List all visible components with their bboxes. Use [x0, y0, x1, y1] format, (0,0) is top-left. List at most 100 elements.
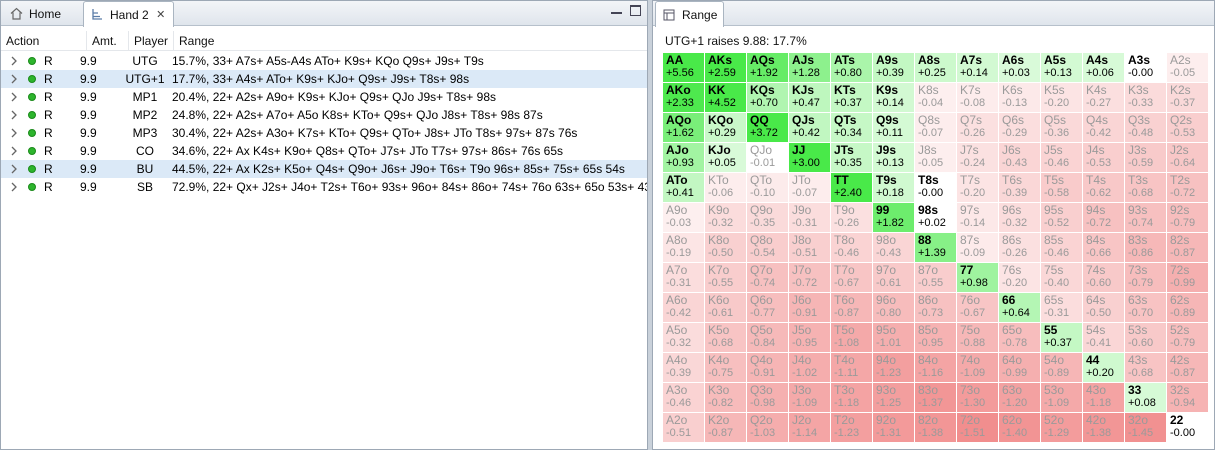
header-range[interactable]: Range: [174, 31, 647, 51]
range-cell[interactable]: A7s +0.14: [957, 53, 999, 83]
range-cell[interactable]: A5o -0.32: [663, 323, 705, 353]
range-cell[interactable]: 82s -0.87: [1167, 233, 1209, 263]
range-cell[interactable]: 93o -1.25: [873, 383, 915, 413]
range-cell[interactable]: 32o -1.45: [1125, 413, 1167, 443]
range-cell[interactable]: J4s -0.53: [1083, 143, 1125, 173]
range-cell[interactable]: Q4s -0.42: [1083, 113, 1125, 143]
range-cell[interactable]: K2s -0.37: [1167, 83, 1209, 113]
range-cell[interactable]: K8s -0.04: [915, 83, 957, 113]
range-cell[interactable]: K5s -0.20: [1041, 83, 1083, 113]
range-cell[interactable]: K7s -0.08: [957, 83, 999, 113]
range-cell[interactable]: Q2o -1.03: [747, 413, 789, 443]
range-cell[interactable]: 95s -0.52: [1041, 203, 1083, 233]
range-cell[interactable]: 98s +0.02: [915, 203, 957, 233]
range-cell[interactable]: TT +2.40: [831, 173, 873, 203]
range-cell[interactable]: 75s -0.40: [1041, 263, 1083, 293]
range-cell[interactable]: 74s -0.60: [1083, 263, 1125, 293]
range-cell[interactable]: Q6s -0.29: [999, 113, 1041, 143]
range-cell[interactable]: 54o -0.89: [1041, 353, 1083, 383]
range-cell[interactable]: 92s -0.79: [1167, 203, 1209, 233]
range-cell[interactable]: Q9s +0.11: [873, 113, 915, 143]
range-cell[interactable]: KTo -0.06: [705, 173, 747, 203]
range-cell[interactable]: 76o -0.67: [957, 293, 999, 323]
range-cell[interactable]: 84o -1.16: [915, 353, 957, 383]
range-cell[interactable]: 65s -0.31: [1041, 293, 1083, 323]
range-cell[interactable]: 75o -0.88: [957, 323, 999, 353]
range-cell[interactable]: A2s -0.05: [1167, 53, 1209, 83]
range-cell[interactable]: J9o -0.31: [789, 203, 831, 233]
table-row[interactable]: R 9.9 CO 34.6%, 22+ Ax K4s+ K9o+ Q8s+ QTo+ …: [1, 142, 647, 160]
header-action[interactable]: Action: [1, 30, 87, 51]
table-row[interactable]: R 9.9 MP3 30.4%, 22+ A2s+ A3o+ K7s+ KTo+ Q9…: [1, 124, 647, 142]
range-cell[interactable]: A9s +0.39: [873, 53, 915, 83]
range-cell[interactable]: A7o -0.31: [663, 263, 705, 293]
range-cell[interactable]: Q8o -0.54: [747, 233, 789, 263]
tab-hand[interactable]: Hand 2 ✕: [83, 1, 174, 27]
range-cell[interactable]: KQo +0.29: [705, 113, 747, 143]
range-cell[interactable]: J3o -1.09: [789, 383, 831, 413]
range-cell[interactable]: A6s +0.03: [999, 53, 1041, 83]
range-cell[interactable]: 33 +0.08: [1125, 383, 1167, 413]
range-cell[interactable]: T6o -0.87: [831, 293, 873, 323]
range-cell[interactable]: Q9o -0.35: [747, 203, 789, 233]
chevron-right-icon[interactable]: [10, 74, 22, 84]
range-cell[interactable]: 84s -0.66: [1083, 233, 1125, 263]
chevron-right-icon[interactable]: [10, 110, 22, 120]
range-cell[interactable]: ATo +0.41: [663, 173, 705, 203]
range-cell[interactable]: 42s -0.87: [1167, 353, 1209, 383]
range-cell[interactable]: J5o -0.95: [789, 323, 831, 353]
range-cell[interactable]: J9s +0.13: [873, 143, 915, 173]
range-cell[interactable]: 54s -0.41: [1083, 323, 1125, 353]
range-cell[interactable]: 94o -1.23: [873, 353, 915, 383]
range-cell[interactable]: QTo -0.10: [747, 173, 789, 203]
range-cell[interactable]: 64o -0.99: [999, 353, 1041, 383]
range-cell[interactable]: ATs +0.80: [831, 53, 873, 83]
chevron-right-icon[interactable]: [10, 146, 22, 156]
range-cell[interactable]: KJs +0.47: [789, 83, 831, 113]
range-cell[interactable]: Q3s -0.48: [1125, 113, 1167, 143]
range-cell[interactable]: 43s -0.68: [1125, 353, 1167, 383]
range-cell[interactable]: 55 +0.37: [1041, 323, 1083, 353]
table-row[interactable]: R 9.9 MP2 24.8%, 22+ A2s+ A7o+ A5o K8s+ KTo…: [1, 106, 647, 124]
range-cell[interactable]: 42o -1.38: [1083, 413, 1125, 443]
range-cell[interactable]: 95o -1.01: [873, 323, 915, 353]
tab-home[interactable]: Home: [3, 1, 67, 26]
range-cell[interactable]: J7o -0.72: [789, 263, 831, 293]
range-cell[interactable]: 76s -0.20: [999, 263, 1041, 293]
range-cell[interactable]: Q3o -0.98: [747, 383, 789, 413]
close-tab-icon[interactable]: ✕: [155, 8, 167, 21]
range-cell[interactable]: 62o -1.40: [999, 413, 1041, 443]
range-cell[interactable]: K3s -0.33: [1125, 83, 1167, 113]
range-cell[interactable]: J7s -0.24: [957, 143, 999, 173]
range-cell[interactable]: J2s -0.64: [1167, 143, 1209, 173]
range-cell[interactable]: J5s -0.46: [1041, 143, 1083, 173]
range-cell[interactable]: QJs +0.42: [789, 113, 831, 143]
range-cell[interactable]: 53o -1.09: [1041, 383, 1083, 413]
range-cell[interactable]: T7o -0.67: [831, 263, 873, 293]
range-cell[interactable]: 32s -0.94: [1167, 383, 1209, 413]
range-cell[interactable]: A2o -0.51: [663, 413, 705, 443]
range-cell[interactable]: A9o -0.03: [663, 203, 705, 233]
range-cell[interactable]: J8s -0.05: [915, 143, 957, 173]
range-cell[interactable]: A8s +0.25: [915, 53, 957, 83]
range-cell[interactable]: Q6o -0.77: [747, 293, 789, 323]
range-cell[interactable]: JTs +0.35: [831, 143, 873, 173]
range-cell[interactable]: 64s -0.50: [1083, 293, 1125, 323]
range-cell[interactable]: T3s -0.68: [1125, 173, 1167, 203]
range-cell[interactable]: AQo +1.62: [663, 113, 705, 143]
range-cell[interactable]: AJs +1.28: [789, 53, 831, 83]
range-cell[interactable]: 22 -0.00: [1167, 413, 1209, 443]
range-cell[interactable]: AA +5.56: [663, 53, 705, 83]
header-amount[interactable]: Amt.: [87, 30, 129, 51]
table-row[interactable]: R 9.9 SB 72.9%, 22+ Qx+ J2s+ J4o+ T2s+ T6o+…: [1, 178, 647, 196]
table-row[interactable]: R 9.9 UTG 15.7%, 33+ A7s+ A5s-A4s ATo+ K9s+…: [1, 52, 647, 70]
range-cell[interactable]: 63s -0.70: [1125, 293, 1167, 323]
range-cell[interactable]: QQ +3.72: [747, 113, 789, 143]
range-cell[interactable]: 72o -1.51: [957, 413, 999, 443]
range-cell[interactable]: 62s -0.89: [1167, 293, 1209, 323]
minimize-icon[interactable]: [611, 6, 622, 14]
range-cell[interactable]: A5s +0.13: [1041, 53, 1083, 83]
range-cell[interactable]: 83o -1.37: [915, 383, 957, 413]
range-cell[interactable]: 99 +1.82: [873, 203, 915, 233]
range-cell[interactable]: 94s -0.72: [1083, 203, 1125, 233]
